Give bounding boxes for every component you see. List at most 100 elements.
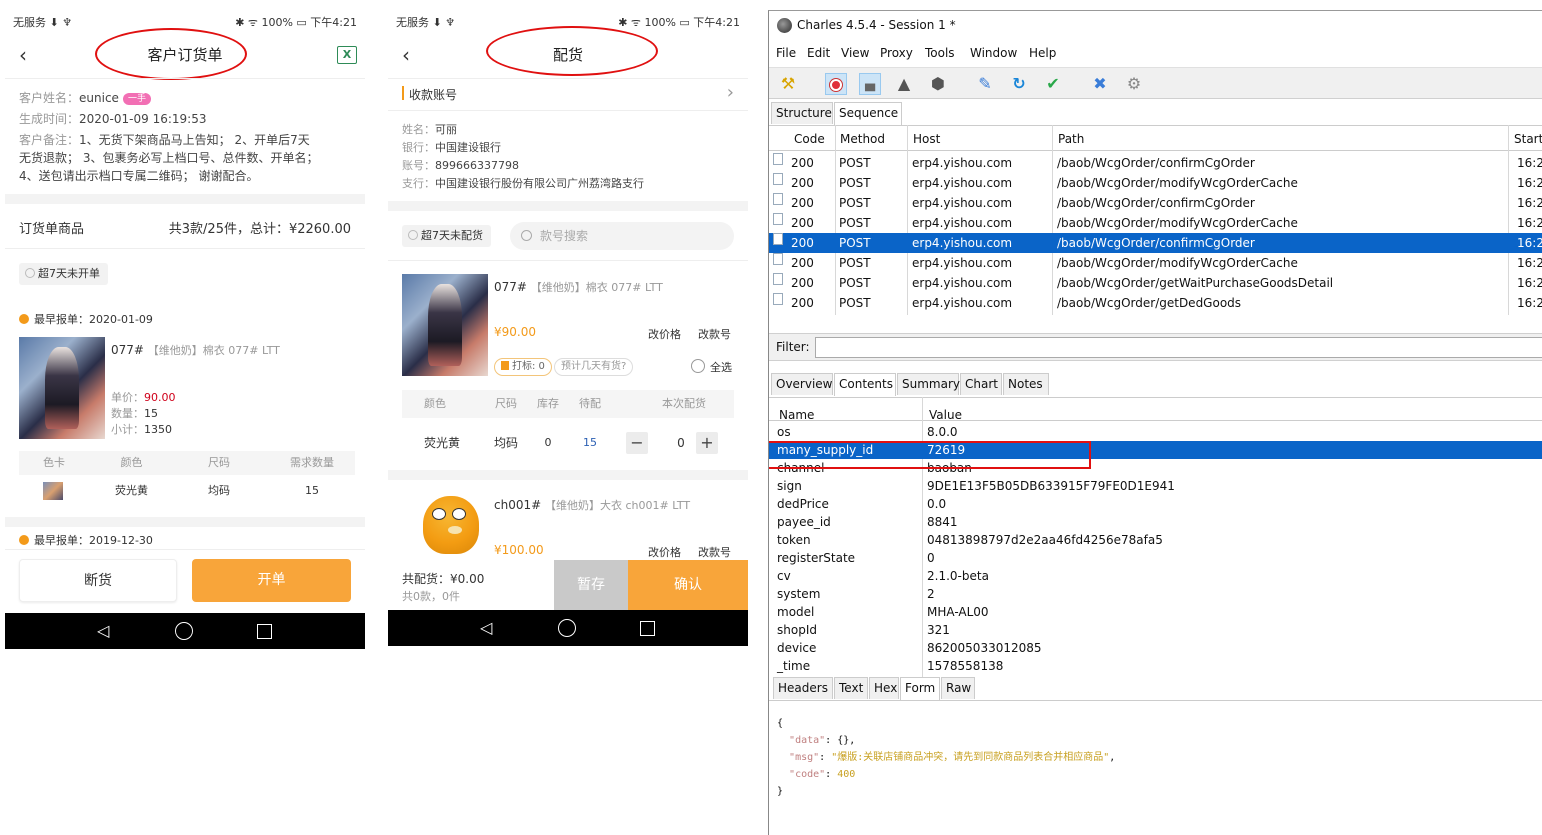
table-row[interactable]: 200 POST erp4.yishou.com/baob/WcgOrder/con… <box>769 193 1542 213</box>
increase-button[interactable]: + <box>696 432 718 454</box>
annotation-ellipse <box>95 28 247 80</box>
table-row[interactable]: 200 POST erp4.yishou.com/baob/WcgOrder/mod… <box>769 253 1542 273</box>
list-item[interactable]: model MHA-AL00 <box>769 603 1542 621</box>
divider <box>388 78 748 79</box>
annotation-rectangle <box>769 441 1091 469</box>
menu-edit[interactable]: Edit <box>807 46 830 60</box>
decrease-button[interactable]: − <box>626 432 648 454</box>
chevron-right-icon[interactable]: › <box>727 82 734 103</box>
stock-out-button[interactable]: 断货 <box>19 559 177 602</box>
nav-home-icon[interactable] <box>175 622 193 640</box>
param-name: device <box>777 641 817 655</box>
customer-badge: 一手 <box>122 93 151 105</box>
list-item[interactable]: payee_id 8841 <box>769 513 1542 531</box>
window-title: Charles 4.5.4 - Session 1 * <box>797 18 956 32</box>
confirm-button[interactable]: 确认 <box>628 560 748 610</box>
save-draft-button[interactable]: 暂存 <box>554 560 628 610</box>
list-item[interactable]: dedPrice 0.0 <box>769 495 1542 513</box>
list-item[interactable]: sign 9DE1E13F5B05DB633915F79FE0D1E941 <box>769 477 1542 495</box>
request-icon <box>773 253 783 265</box>
filter-bar: Filter: <box>769 333 1542 361</box>
menu-file[interactable]: File <box>776 46 796 60</box>
tab-structure[interactable]: Structure <box>771 102 833 124</box>
nav-back-icon[interactable]: ◁ <box>480 619 492 637</box>
menu-proxy[interactable]: Proxy <box>880 46 913 60</box>
menu-window[interactable]: Window <box>970 46 1017 60</box>
expect-days-button[interactable]: 预计几天有货? <box>554 358 634 376</box>
list-item[interactable]: token 04813898797d2e2aa46fd4256e78afa5 <box>769 531 1542 549</box>
edit-price-button[interactable]: 改价格 <box>648 326 681 342</box>
tab-contents[interactable]: Contents <box>834 373 896 396</box>
nav-home-icon[interactable] <box>558 619 576 637</box>
row-path: /baob/WcgOrder/getWaitPurchaseGoodsDetai… <box>1057 276 1334 290</box>
filter-chip-unopened[interactable]: 超7天未开单 <box>19 263 108 285</box>
table-row[interactable]: 200 POST erp4.yishou.com/baob/WcgOrder/get… <box>769 273 1542 293</box>
refresh-icon[interactable]: ↻ <box>1008 73 1030 95</box>
nav-back-icon[interactable]: ◁ <box>97 622 109 640</box>
product-image[interactable] <box>402 274 488 376</box>
edit-price-button[interactable]: 改价格 <box>648 544 681 560</box>
request-icon <box>773 293 783 305</box>
pen-icon[interactable]: ✎ <box>974 73 996 95</box>
menu-help[interactable]: Help <box>1029 46 1056 60</box>
system-nav-bar: ◁ <box>5 613 365 649</box>
list-item[interactable]: system 2 <box>769 585 1542 603</box>
table-row[interactable]: 200 POST erp4.yishou.com/baob/WcgOrder/mod… <box>769 213 1542 233</box>
tab-hex[interactable]: Hex <box>869 677 899 699</box>
throttle-icon[interactable]: ▄ <box>859 73 881 95</box>
tab-overview[interactable]: Overview <box>771 373 833 395</box>
filter-chip-unsupplied[interactable]: 超7天未配货 <box>402 225 491 247</box>
tab-notes[interactable]: Notes <box>1003 373 1049 395</box>
edit-code-button[interactable]: 改款号 <box>698 326 731 342</box>
gear-icon[interactable]: ⚙ <box>1123 73 1145 95</box>
json-line-code: "code": 400 <box>789 769 856 780</box>
table-row[interactable]: 200 POST erp4.yishou.com/baob/WcgOrder/get… <box>769 293 1542 313</box>
list-item[interactable]: cv 2.1.0-beta <box>769 567 1542 585</box>
row-method: POST <box>839 156 871 170</box>
nav-recent-icon[interactable] <box>640 621 655 636</box>
table-row[interactable]: 200 POST erp4.yishou.com/baob/WcgOrder/mod… <box>769 173 1542 193</box>
broom-icon[interactable]: ⚒ <box>777 73 799 95</box>
product-price: ¥100.00 <box>494 543 544 557</box>
request-icon <box>773 173 783 185</box>
tab-raw[interactable]: Raw <box>941 677 975 699</box>
tab-headers[interactable]: Headers <box>773 677 833 699</box>
tab-form[interactable]: Form <box>900 677 940 700</box>
tab-summary[interactable]: Summary <box>897 373 960 395</box>
row-host: erp4.yishou.com <box>912 156 1013 170</box>
product-image[interactable] <box>19 337 105 439</box>
select-all-radio[interactable] <box>691 359 705 373</box>
filter-input[interactable] <box>815 337 1542 358</box>
stop-icon[interactable]: ⬢ <box>927 73 949 95</box>
table-row[interactable]: 200 POST erp4.yishou.com/baob/WcgOrder/con… <box>769 153 1542 173</box>
list-item[interactable]: device 862005033012085 <box>769 639 1542 657</box>
tab-sequence[interactable]: Sequence <box>834 102 902 125</box>
table-row[interactable]: 200 POST erp4.yishou.com/baob/WcgOrder/con… <box>769 233 1542 253</box>
menu-view[interactable]: View <box>841 46 869 60</box>
tools-icon[interactable]: ✖ <box>1089 73 1111 95</box>
check-icon[interactable]: ✔ <box>1042 73 1064 95</box>
list-item[interactable]: registerState 0 <box>769 549 1542 567</box>
account-no-row: 账号：899666337798 <box>402 159 519 172</box>
list-item[interactable]: os 8.0.0 <box>769 423 1542 441</box>
turtle-icon[interactable]: ▲ <box>893 73 915 95</box>
tab-text[interactable]: Text <box>834 677 868 699</box>
mark-tag-button[interactable]: 打标: 0 <box>494 358 552 376</box>
menu-tools[interactable]: Tools <box>925 46 955 60</box>
open-order-button[interactable]: 开单 <box>192 559 351 602</box>
excel-icon[interactable]: X <box>337 46 357 64</box>
row-path: /baob/WcgOrder/modifyWcgOrderCache <box>1057 216 1298 230</box>
list-item[interactable]: _time 1578558138 <box>769 657 1542 675</box>
json-line-data: "data": {}, <box>789 735 856 746</box>
product-image[interactable] <box>410 490 492 560</box>
bank-row: 银行：中国建设银行 <box>402 141 501 154</box>
edit-code-button[interactable]: 改款号 <box>698 544 731 560</box>
account-label[interactable]: 收款账号 <box>409 86 457 103</box>
search-input[interactable]: 款号搜索 <box>510 222 734 250</box>
group-date-1: 最早报单：2020-01-09 <box>19 311 153 327</box>
list-item[interactable]: shopId 321 <box>769 621 1542 639</box>
record-icon[interactable] <box>825 73 847 95</box>
order-table-header: 色卡 颜色 尺码 需求数量 <box>19 451 355 475</box>
tab-chart[interactable]: Chart <box>960 373 1002 395</box>
nav-recent-icon[interactable] <box>257 624 272 639</box>
